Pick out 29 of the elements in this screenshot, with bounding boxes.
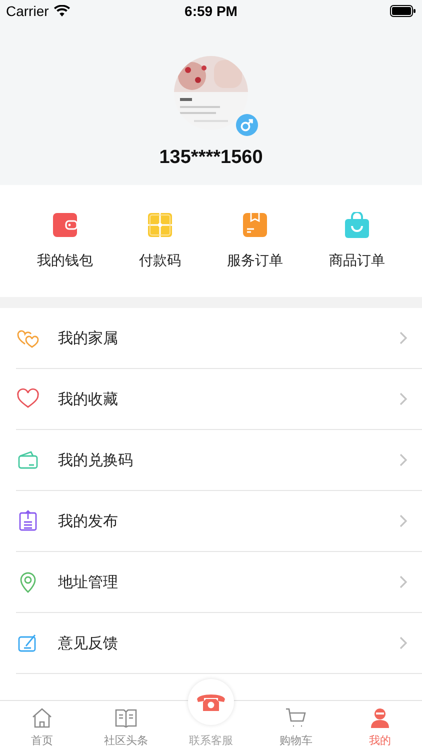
chevron-icon: [399, 514, 408, 528]
menu-row[interactable]: 我的家属: [16, 308, 422, 369]
carrier-name: Carrier: [6, 3, 49, 19]
menu-row[interactable]: 我的发布: [16, 491, 422, 552]
chevron-icon: [399, 575, 408, 589]
menu-row[interactable]: 意见反馈: [16, 613, 422, 674]
phone-number: 135****1560: [159, 147, 263, 169]
shortcut-button[interactable]: 商品订单: [329, 212, 385, 270]
shortcut-button[interactable]: 付款码: [139, 212, 181, 270]
male-gender-icon: [236, 114, 258, 136]
box-icon: [242, 212, 268, 238]
battery-icon: [390, 5, 416, 17]
shortcut-button[interactable]: 服务订单: [227, 212, 283, 270]
grid-icon: [147, 212, 173, 238]
menu-row[interactable]: 地址管理: [16, 552, 422, 613]
shortcut-button[interactable]: 我的钱包: [37, 212, 93, 270]
home-icon: [30, 706, 54, 730]
chevron-icon: [399, 331, 408, 345]
wallet-icon: [52, 212, 78, 238]
menu-row[interactable]: 我的兑换码: [16, 430, 422, 491]
chevron-icon: [399, 636, 408, 650]
chevron-icon: [399, 392, 408, 406]
wifi-icon: [54, 5, 70, 17]
menu-row[interactable]: 我的收藏: [16, 369, 422, 430]
person-icon: [368, 706, 392, 730]
tab-item[interactable]: 购物车: [254, 701, 338, 750]
bag-icon: [344, 212, 370, 238]
chevron-icon: [399, 453, 408, 467]
clock-time: 6:59 PM: [184, 3, 238, 19]
